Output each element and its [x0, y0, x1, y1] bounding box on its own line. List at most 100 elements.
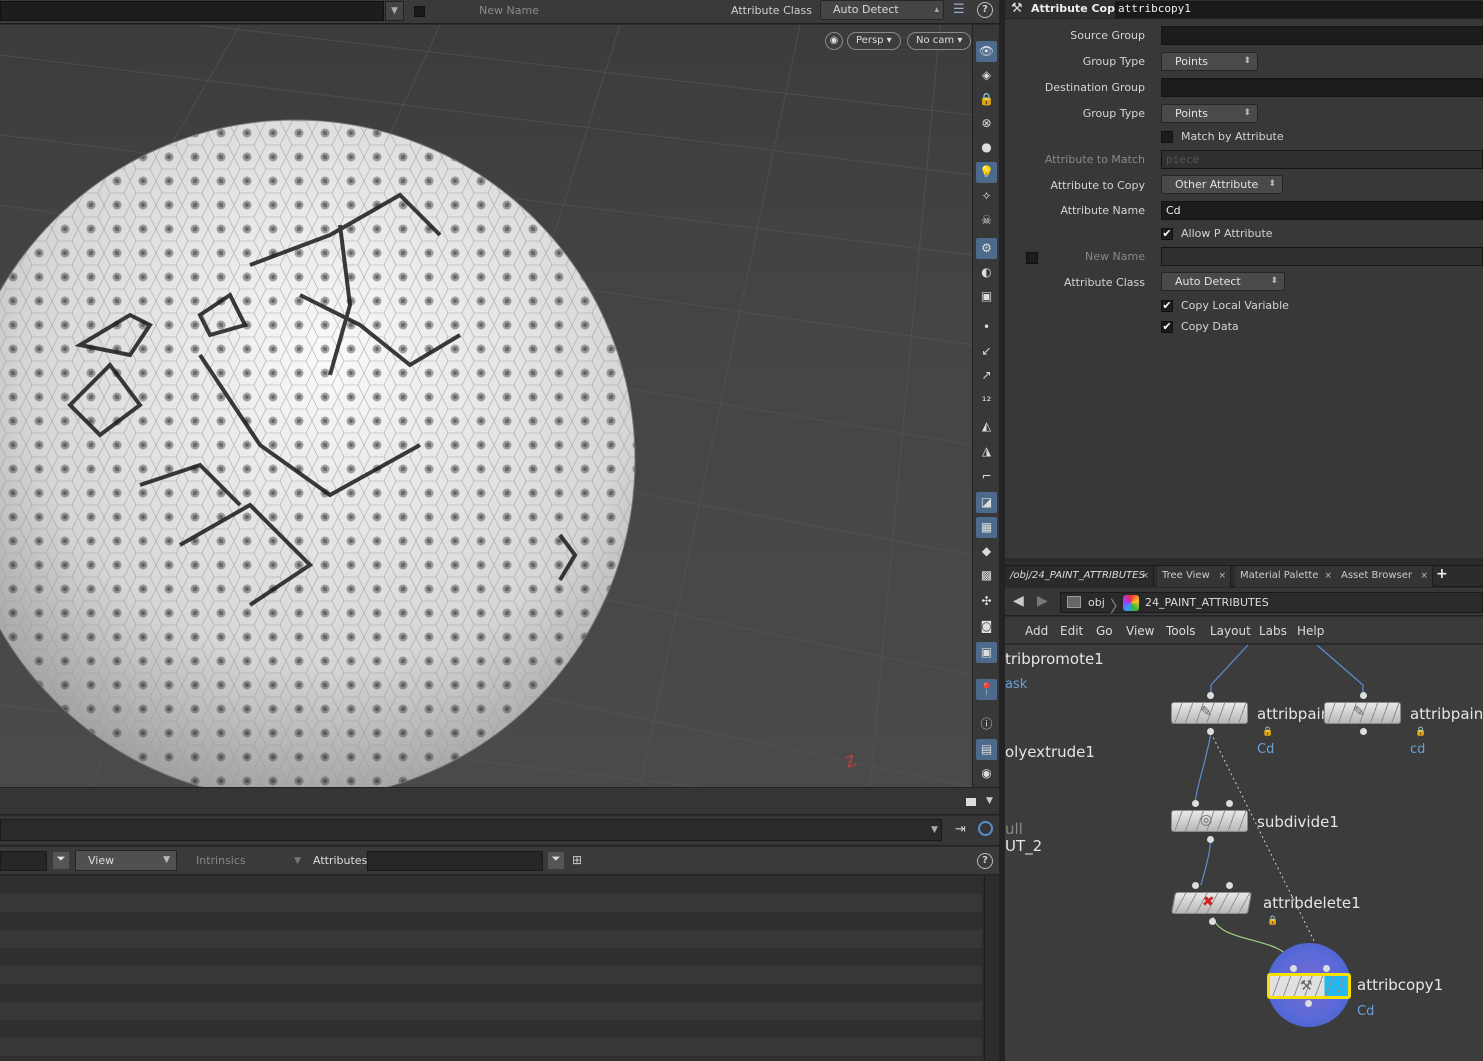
node-label-out[interactable]: UT_2	[1005, 837, 1042, 855]
node-subdivide[interactable]: ◎	[1171, 810, 1248, 832]
node-input-connector[interactable]	[1207, 692, 1214, 699]
stop-icon[interactable]: ◙	[976, 616, 997, 637]
node-input-connector[interactable]	[1192, 882, 1199, 889]
view-select[interactable]: View ▼	[75, 850, 177, 871]
source-group-type-select[interactable]: Points ⬍	[1161, 52, 1258, 71]
menu-labs[interactable]: Labs	[1259, 624, 1287, 638]
close-icon[interactable]: ×	[1420, 566, 1428, 586]
node-input-connector[interactable]	[1192, 800, 1199, 807]
vertex-icon[interactable]: ↗	[976, 365, 997, 386]
operation-dropdown[interactable]: ▼	[385, 1, 404, 21]
skeleton-icon[interactable]: ☠	[976, 210, 997, 231]
layout-icon[interactable]: ▤	[976, 739, 997, 760]
link-icon[interactable]	[978, 821, 993, 836]
uv-icon[interactable]: ◆	[976, 541, 997, 562]
menu-go[interactable]: Go	[1096, 624, 1113, 638]
node-output-connector[interactable]	[1360, 728, 1367, 735]
parameter-list-icon[interactable]: ☰	[953, 2, 971, 20]
intrinsics-select[interactable]: Intrinsics ▼	[183, 851, 307, 871]
camera-lock-button[interactable]: ◉	[825, 32, 843, 50]
copy-data-checkbox[interactable]: ✔	[1161, 321, 1173, 333]
attribute-class-select[interactable]: Auto Detect ⬍	[1161, 272, 1285, 291]
snap-icon[interactable]: ✣	[976, 591, 997, 612]
menu-layout[interactable]: Layout	[1210, 624, 1251, 638]
border-icon[interactable]: ⌐	[976, 466, 997, 487]
tab-network[interactable]: /obj/24_PAINT_ATTRIBUTES ×	[1005, 566, 1154, 587]
attributes-filter-icon[interactable]: ⏷	[548, 852, 564, 869]
close-icon[interactable]: ×	[1218, 566, 1226, 586]
new-name-toggle-checkbox[interactable]	[1026, 252, 1038, 264]
spreadsheet-table[interactable]	[0, 876, 982, 1061]
node-input-connector[interactable]	[1290, 965, 1297, 972]
match-by-attribute-checkbox[interactable]	[1161, 131, 1173, 143]
menu-help[interactable]: Help	[1297, 624, 1324, 638]
new-name-checkbox[interactable]	[414, 6, 425, 17]
attributes-filter-input[interactable]	[367, 851, 543, 871]
tab-material-palette[interactable]: Material Palette ×	[1235, 566, 1337, 587]
light-icon[interactable]: ✧	[976, 186, 997, 207]
columns-icon[interactable]: ⊞	[572, 853, 582, 867]
primitive-icon[interactable]: ◭	[976, 416, 997, 437]
visibility-icon[interactable]: ◐	[976, 262, 997, 283]
primitive-numbers-icon[interactable]: ◮	[976, 441, 997, 462]
scene-icon[interactable]: ▩	[976, 565, 997, 586]
node-label-attribpaint-a[interactable]: attribpain	[1257, 705, 1330, 723]
allow-p-attribute-checkbox[interactable]: ✔	[1161, 228, 1173, 240]
menu-add[interactable]: Add	[1025, 624, 1048, 638]
node-input-connector[interactable]	[1323, 965, 1330, 972]
node-label-subdivide[interactable]: subdivide1	[1257, 813, 1339, 831]
node-name-field[interactable]: attribcopy1	[1115, 1, 1483, 18]
path-obj[interactable]: obj	[1088, 596, 1105, 609]
lock-icon[interactable]: 🔒	[976, 89, 997, 110]
headlight-icon[interactable]: 💡	[976, 162, 997, 183]
destination-group-type-select[interactable]: Points ⬍	[1161, 104, 1258, 123]
network-editor[interactable]: tribpromote1 ask olyextrude1 ull UT_2 ✎ …	[1005, 645, 1483, 1061]
node-input-connector[interactable]	[1360, 692, 1367, 699]
node-output-connector[interactable]	[1305, 1000, 1312, 1007]
add-tab-button[interactable]: +	[1436, 566, 1448, 582]
node-attribdelete[interactable]: ✖	[1171, 892, 1252, 914]
help-button[interactable]: ?	[977, 2, 993, 18]
spreadsheet-help-button[interactable]: ?	[977, 853, 993, 869]
clip-icon[interactable]: ⊗	[976, 113, 997, 134]
background-icon[interactable]: ▣	[976, 642, 997, 663]
path-current[interactable]: 24_PAINT_ATTRIBUTES	[1145, 596, 1269, 609]
node-output-connector[interactable]	[1207, 836, 1214, 843]
pin-pane-icon[interactable]: ⇥	[955, 822, 966, 837]
maximize-icon[interactable]	[966, 798, 976, 806]
menu-view[interactable]: View	[1126, 624, 1154, 638]
network-path[interactable]: obj 〉 24_PAINT_ATTRIBUTES	[1060, 592, 1483, 616]
node-label-attribcopy[interactable]: attribcopy1	[1357, 976, 1443, 994]
menu-edit[interactable]: Edit	[1060, 624, 1083, 638]
wireframe-icon[interactable]: ◪	[976, 492, 997, 513]
destination-group-field[interactable]	[1161, 78, 1483, 97]
tab-asset-browser[interactable]: Asset Browser ×	[1336, 566, 1433, 587]
tab-tree-view[interactable]: Tree View ×	[1157, 566, 1231, 587]
render-icon[interactable]: ⚙	[976, 238, 997, 259]
copy-local-variable-checkbox[interactable]: ✔	[1161, 300, 1173, 312]
info-icon[interactable]: ⓘ	[976, 714, 997, 735]
filter-icon[interactable]: ⏷	[53, 852, 69, 869]
spreadsheet-node-path[interactable]	[0, 819, 942, 841]
forward-arrow-icon[interactable]: ▶	[1037, 593, 1048, 609]
back-arrow-icon[interactable]: ◀	[1013, 593, 1024, 609]
node-label-attribpaint-b[interactable]: attribpaint	[1410, 705, 1483, 723]
display-options-icon[interactable]: ◉	[976, 763, 997, 784]
template-icon[interactable]: ◈	[976, 65, 997, 86]
camera-icon[interactable]: ▣	[976, 286, 997, 307]
node-label-attribdelete[interactable]: attribdelete1	[1263, 894, 1361, 912]
close-icon[interactable]: ×	[1141, 566, 1149, 586]
node-input-connector[interactable]	[1226, 882, 1233, 889]
spreadsheet-scrollbar[interactable]	[984, 876, 999, 1061]
attribute-to-copy-select[interactable]: Other Attribute ⬍	[1161, 175, 1283, 194]
pane-splitter-horizontal[interactable]: ▼	[0, 787, 999, 815]
shading-icon[interactable]: ●	[976, 137, 997, 158]
perspective-menu[interactable]: Persp ▾	[847, 32, 901, 50]
node-attribpaint-a[interactable]: ✎	[1171, 702, 1248, 724]
node-attribcopy[interactable]: ⚒	[1267, 973, 1351, 999]
operation-field[interactable]	[0, 1, 384, 21]
pin-icon[interactable]: 📍	[976, 679, 997, 700]
point-icon[interactable]: •	[976, 317, 997, 338]
node-input-connector[interactable]	[1226, 800, 1233, 807]
source-group-field[interactable]	[1161, 26, 1483, 45]
